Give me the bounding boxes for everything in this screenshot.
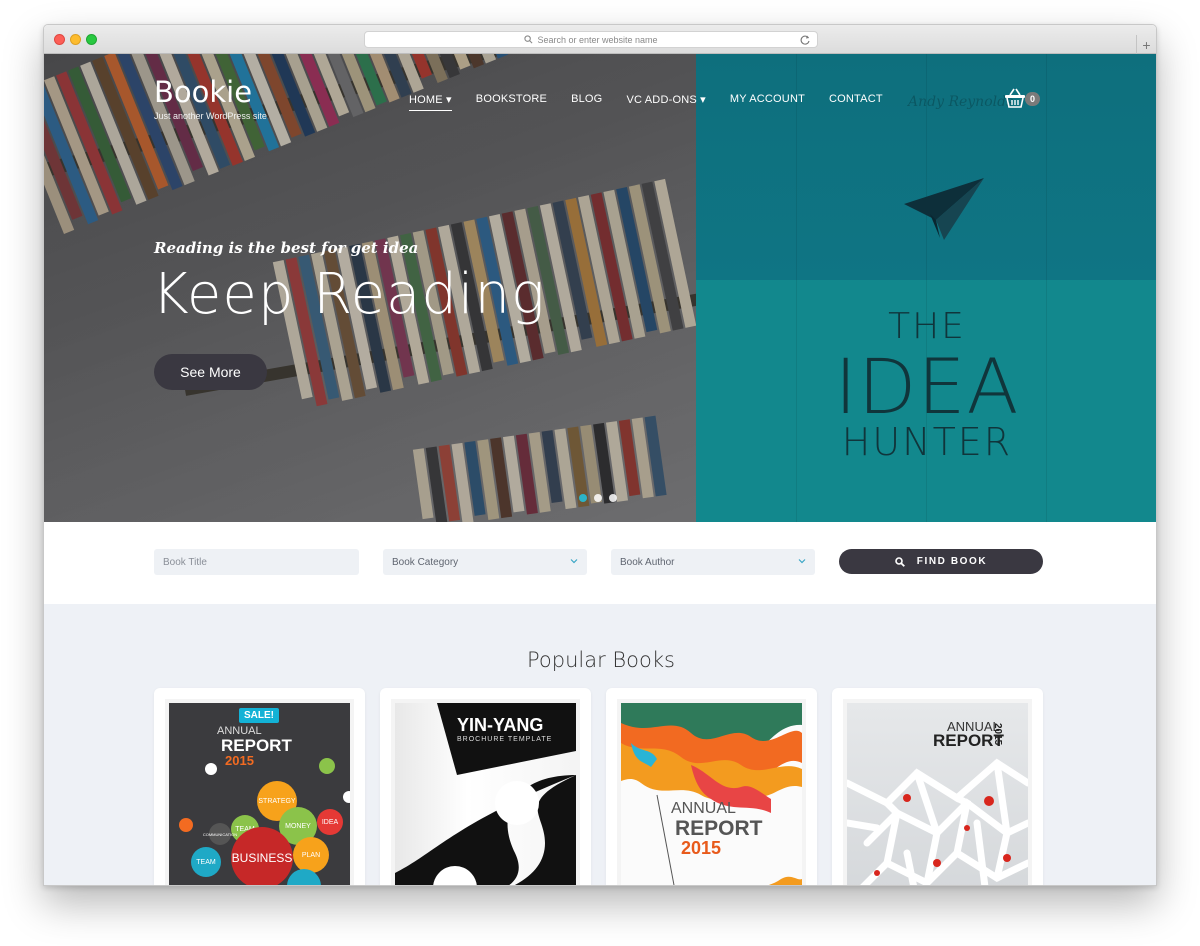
plus-icon: +: [1142, 36, 1151, 53]
cover-year: 2015: [992, 723, 1003, 746]
site-title[interactable]: Bookie: [154, 75, 252, 109]
book-cover-yin-yang[interactable]: YIN-YANG BROCHURE TEMPLATE: [395, 703, 576, 885]
address-placeholder: Search or enter website name: [537, 34, 658, 45]
cover-year: 2015: [225, 753, 254, 768]
chevron-down-icon: [798, 559, 806, 564]
cover-line1: YIN-YANG: [457, 715, 544, 735]
minimize-window-button[interactable]: [70, 34, 81, 45]
hero-headline: Keep Reading: [152, 262, 546, 327]
book-title-line2: IDEA: [834, 342, 1020, 431]
book-card[interactable]: YIN-YANG BROCHURE TEMPLATE: [380, 688, 591, 885]
nav-item-contact[interactable]: CONTACT: [829, 93, 883, 106]
slide-dot-2[interactable]: [594, 494, 602, 502]
book-search-bar: Book Title Book Category Book Author FIN…: [44, 522, 1156, 604]
bubble-decor: [205, 763, 217, 775]
book-author-select[interactable]: Book Author: [611, 549, 815, 575]
search-icon: [894, 556, 905, 567]
cart-icon[interactable]: [1004, 88, 1026, 108]
slide-dot-3[interactable]: [609, 494, 617, 502]
section-heading: Popular Books: [527, 648, 675, 672]
search-icon: [524, 35, 533, 44]
book-cover-annual-report-bubbles[interactable]: SALE! ANNUAL REPORT 2015 STRATEGY TEAM M…: [169, 703, 350, 885]
browser-titlebar: Search or enter website name +: [44, 25, 1156, 54]
new-tab-button[interactable]: +: [1136, 35, 1156, 54]
bubble-team-2: TEAM: [191, 847, 221, 877]
cover-line2: BROCHURE TEMPLATE: [457, 736, 553, 743]
close-window-button[interactable]: [54, 34, 65, 45]
book-card[interactable]: ANNUAL REPORT 2015: [832, 688, 1043, 885]
book-author-script: Andy Reynolds: [908, 94, 1014, 110]
book-title-input[interactable]: Book Title: [154, 549, 359, 575]
bubble-idea: IDEA: [317, 809, 343, 835]
nav-item-vc-add-ons[interactable]: VC ADD-ONS ▾: [626, 93, 705, 106]
bubble-plan: PLAN: [293, 837, 329, 873]
book-title-line3: HUNTER: [841, 420, 1013, 464]
nav-item-blog[interactable]: BLOG: [571, 93, 602, 106]
nav-item-home[interactable]: HOME ▾: [409, 93, 452, 111]
nav-item-my-account[interactable]: MY ACCOUNT: [730, 93, 805, 106]
book-cover-annual-report-waves[interactable]: ANNUAL REPORT 2015: [621, 703, 802, 885]
book-card[interactable]: ANNUAL REPORT 2015: [606, 688, 817, 885]
book-category-select[interactable]: Book Category: [383, 549, 587, 575]
find-book-label: FIND BOOK: [916, 556, 988, 567]
hero-slider: Andy Reynolds THE IDEA HUNTER Bookie Jus…: [44, 54, 1156, 522]
bubble-decor: [343, 791, 350, 803]
cover-line1: ANNUAL: [671, 800, 736, 817]
bubble-decor: [179, 818, 193, 832]
book-title-line1: THE: [888, 306, 966, 347]
sale-badge: SALE!: [239, 708, 279, 723]
address-bar[interactable]: Search or enter website name: [364, 31, 818, 48]
popular-books-section: Popular Books SALE! ANNUAL REPORT 2015 S…: [44, 604, 1156, 885]
reload-icon[interactable]: [799, 34, 811, 46]
bubble-business: BUSINESS: [231, 827, 293, 885]
book-author-label: Book Author: [620, 556, 675, 568]
chevron-down-icon: [570, 559, 578, 564]
see-more-button[interactable]: See More: [154, 354, 267, 390]
paper-plane-icon: [904, 178, 984, 240]
book-title-placeholder: Book Title: [163, 556, 207, 568]
slide-dot-1[interactable]: [579, 494, 587, 502]
cover-year: 2015: [681, 838, 722, 858]
book-cover-annual-report-network[interactable]: ANNUAL REPORT 2015: [847, 703, 1028, 885]
bubble-communication: COMMUNICATION: [203, 823, 237, 845]
zoom-window-button[interactable]: [86, 34, 97, 45]
cart-count-badge: 0: [1025, 92, 1041, 106]
main-nav: HOME ▾ BOOKSTORE BLOG VC ADD-ONS ▾ MY AC…: [409, 93, 907, 111]
hero-kicker: Reading is the best for get idea: [154, 239, 419, 257]
bubble-decor: [319, 758, 335, 774]
book-category-label: Book Category: [392, 556, 459, 568]
book-card[interactable]: SALE! ANNUAL REPORT 2015 STRATEGY TEAM M…: [154, 688, 365, 885]
find-book-button[interactable]: FIND BOOK: [839, 549, 1043, 574]
hero-book-cover: Andy Reynolds THE IDEA HUNTER: [696, 54, 1156, 522]
browser-window: Search or enter website name + Andy Reyn…: [43, 24, 1157, 886]
nav-item-bookstore[interactable]: BOOKSTORE: [476, 93, 547, 106]
slider-pagination: [579, 494, 617, 502]
site-tagline: Just another WordPress site: [154, 111, 267, 121]
